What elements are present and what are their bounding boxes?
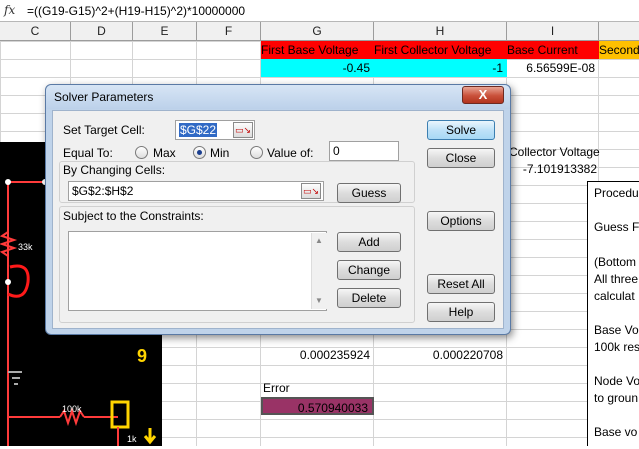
solve-button[interactable]: Solve (427, 120, 495, 140)
value-of-label[interactable]: Value of: (267, 146, 313, 160)
min-radio[interactable] (193, 146, 206, 159)
notes-line: Node Vo (594, 374, 639, 388)
scroll-down-icon[interactable]: ▼ (315, 296, 323, 305)
dialog-body: Set Target Cell: $G$22 ▭↘ Equal To: Max … (52, 110, 504, 329)
help-button[interactable]: Help (427, 302, 495, 322)
cell-h2[interactable]: -1 (374, 59, 507, 77)
cell-h1[interactable]: First Collector Voltage (374, 41, 507, 59)
value-of-radio[interactable] (250, 146, 263, 159)
collapse-target-icon[interactable]: ▭↘ (233, 122, 253, 138)
guess-button[interactable]: Guess (337, 183, 401, 203)
notes-line: Base Vo (594, 323, 639, 337)
cell-collector-voltage-label[interactable]: Collector Voltage (509, 143, 619, 161)
cell-g2[interactable]: -0.45 (261, 59, 374, 77)
dialog-titlebar[interactable]: Solver Parameters X (46, 85, 510, 109)
solver-dialog: Solver Parameters X Set Target Cell: $G$… (45, 84, 511, 335)
cell-collector-voltage-value[interactable]: -7.101913382 (507, 160, 599, 178)
max-radio[interactable] (135, 146, 148, 159)
column-header-i[interactable]: I (507, 22, 599, 41)
column-header-h[interactable]: H (374, 22, 507, 41)
notes-line: 100k res (594, 340, 639, 354)
column-headers: C D E F G H I (0, 22, 639, 41)
cell-g1[interactable]: First Base Voltage (261, 41, 374, 59)
value-of-input[interactable]: 0 (329, 141, 399, 161)
options-button[interactable]: Options (427, 211, 495, 231)
notes-line: All three (594, 272, 639, 286)
formula-input[interactable]: =((G19-G15)^2+(H19-H15)^2)*10000000 (27, 4, 245, 18)
reset-all-button[interactable]: Reset All (427, 274, 495, 294)
column-header-g[interactable]: G (261, 22, 374, 41)
scroll-up-icon[interactable]: ▲ (315, 236, 323, 245)
cell-i2[interactable]: 6.56599E-08 (507, 59, 599, 77)
notes-line: Procedu (594, 186, 639, 200)
cell-g-small[interactable]: 0.000235924 (261, 346, 374, 364)
notes-line: calculat (594, 289, 635, 303)
add-button[interactable]: Add (337, 232, 401, 252)
delete-button[interactable]: Delete (337, 288, 401, 308)
column-header-f[interactable]: F (197, 22, 261, 41)
changing-cells-label: By Changing Cells: (63, 163, 166, 177)
constraints-scrollbar[interactable]: ▲ ▼ (311, 233, 327, 309)
resistor-33k-label: 33k (18, 242, 33, 252)
notes-line: (Bottom (594, 255, 637, 269)
notes-line: to groun (594, 391, 639, 405)
equal-to-label: Equal To: (63, 146, 113, 160)
marker-9: 9 (137, 346, 148, 366)
column-header-e[interactable]: E (133, 22, 197, 41)
cell-h-small[interactable]: 0.000220708 (374, 346, 507, 364)
cell-error-value[interactable]: 0.570940033 (261, 397, 374, 415)
max-label[interactable]: Max (153, 146, 176, 160)
changing-cells-input[interactable]: $G$2:$H$2 (68, 181, 324, 201)
target-cell-value: $G$22 (179, 123, 218, 137)
dialog-title: Solver Parameters (54, 90, 154, 104)
close-button[interactable]: Close (427, 148, 495, 168)
formula-bar: fx =((G19-G15)^2+(H19-H15)^2)*10000000 (0, 0, 639, 22)
cell-i1[interactable]: Base Current (507, 41, 599, 59)
constraints-label: Subject to the Constraints: (63, 209, 204, 223)
change-button[interactable]: Change (337, 260, 401, 280)
column-header-d[interactable]: D (71, 22, 133, 41)
resistor-1k-label: 1k (127, 434, 137, 444)
set-target-label: Set Target Cell: (63, 123, 145, 137)
close-icon[interactable]: X (462, 86, 504, 104)
notes-textbox[interactable]: Procedu Guess F (Bottom All three calcul… (587, 181, 639, 446)
cell-j1[interactable]: Second (599, 41, 639, 59)
min-label[interactable]: Min (210, 146, 229, 160)
notes-line: Guess F (594, 220, 639, 234)
resistor-100k-label: 100k (62, 404, 82, 414)
fx-icon[interactable]: fx (4, 3, 15, 17)
constraints-list[interactable]: ▲ ▼ (68, 231, 327, 311)
column-header-c[interactable]: C (0, 22, 71, 41)
cell-error-label[interactable]: Error (263, 379, 363, 397)
notes-line: Base vo (594, 425, 638, 439)
collapse-changing-icon[interactable]: ▭↘ (301, 183, 321, 199)
